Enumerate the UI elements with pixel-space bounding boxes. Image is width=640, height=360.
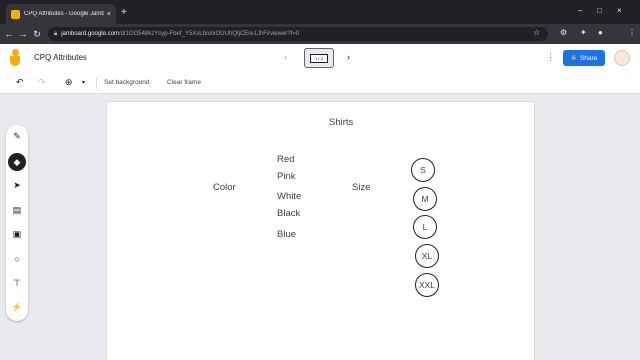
- size-option[interactable]: S: [411, 158, 435, 182]
- forward-button[interactable]: →: [16, 29, 30, 39]
- zoom-icon[interactable]: ⊕: [65, 77, 73, 88]
- size-option[interactable]: M: [413, 187, 437, 211]
- attribute-label-size[interactable]: Size: [352, 182, 370, 193]
- redo-icon[interactable]: ↷: [38, 77, 46, 88]
- heading-text[interactable]: Shirts: [329, 117, 353, 128]
- more-options-icon[interactable]: ⋮: [546, 52, 555, 63]
- previous-frame-button[interactable]: ‹: [284, 52, 287, 62]
- back-button[interactable]: ←: [2, 29, 16, 39]
- browser-menu-icon[interactable]: ⋮: [628, 28, 636, 37]
- maximize-button[interactable]: □: [597, 6, 602, 15]
- attribute-label-color[interactable]: Color: [213, 182, 236, 193]
- color-option[interactable]: White: [277, 191, 301, 202]
- browser-tab-strip: CPQ Attributes - Google Jamboard × + – □…: [0, 0, 640, 24]
- frame-indicator: 1 / 3: [310, 54, 328, 63]
- clear-frame-button[interactable]: Clear frame: [167, 79, 201, 86]
- account-avatar[interactable]: [614, 50, 630, 66]
- close-window-button[interactable]: ×: [617, 6, 622, 15]
- color-option[interactable]: Black: [277, 208, 300, 219]
- profile-icon[interactable]: ●: [598, 28, 603, 37]
- sticky-note-icon[interactable]: ▤: [6, 205, 28, 216]
- jamboard-logo-icon[interactable]: [10, 49, 21, 66]
- minimize-button[interactable]: –: [578, 6, 582, 15]
- share-button[interactable]: 🔒 Share: [563, 50, 605, 66]
- browser-tab[interactable]: CPQ Attributes - Google Jamboard ×: [6, 4, 116, 24]
- jam-toolbar: ↶ ↷ ⊕ ▾ Set background Clear frame: [0, 72, 640, 94]
- size-option[interactable]: XXL: [415, 273, 439, 297]
- close-tab-icon[interactable]: ×: [107, 11, 111, 18]
- jam-canvas[interactable]: Shirts Color Red Pink White Black Blue S…: [106, 101, 535, 360]
- text-box-icon[interactable]: ⊤: [6, 278, 28, 289]
- app-header: CPQ Attributes ‹ 1 / 3 › ⋮ 🔒 Share: [0, 44, 640, 72]
- lock-icon: 🔒︎: [54, 30, 58, 37]
- toolbar-divider: [96, 77, 97, 89]
- eraser-icon[interactable]: ◆: [8, 153, 26, 171]
- color-option[interactable]: Blue: [277, 229, 296, 240]
- bookmark-star-icon[interactable]: ☆: [533, 28, 540, 37]
- extension-icon[interactable]: ⚙: [560, 28, 567, 37]
- url-input[interactable]: 🔒︎ jamboard.google.com/d/1OO548kzYsyp-Fb…: [48, 27, 548, 41]
- new-tab-button[interactable]: +: [121, 7, 127, 18]
- puzzle-icon[interactable]: ✦: [580, 28, 587, 37]
- image-icon[interactable]: ▣: [6, 229, 28, 240]
- set-background-button[interactable]: Set background: [104, 79, 150, 86]
- reload-button[interactable]: ↻: [30, 29, 44, 40]
- browser-address-bar: ← → ↻ 🔒︎ jamboard.google.com/d/1OO548kzY…: [0, 24, 640, 44]
- laser-icon[interactable]: ⚡: [6, 302, 28, 313]
- tool-rail: ✎ ◆ ➤ ▤ ▣ ○ ⊤ ⚡: [6, 125, 28, 321]
- browser-tab-title: CPQ Attributes - Google Jamboard: [24, 11, 104, 17]
- color-option[interactable]: Pink: [277, 171, 295, 182]
- lock-icon: 🔒: [570, 55, 577, 61]
- shape-icon[interactable]: ○: [6, 254, 28, 264]
- share-label: Share: [579, 54, 598, 62]
- size-option[interactable]: L: [413, 215, 437, 239]
- next-frame-button[interactable]: ›: [347, 52, 350, 62]
- zoom-dropdown-icon[interactable]: ▾: [82, 79, 85, 86]
- frame-bar-button[interactable]: 1 / 3: [304, 48, 334, 68]
- pen-icon[interactable]: ✎: [6, 131, 28, 142]
- undo-icon[interactable]: ↶: [16, 77, 24, 88]
- jamboard-favicon-icon: [11, 9, 20, 19]
- color-option[interactable]: Red: [277, 154, 294, 165]
- url-text: jamboard.google.com/d/1OO548kzYsyp-Fbef_…: [61, 31, 300, 37]
- size-option[interactable]: XL: [415, 244, 439, 268]
- document-title[interactable]: CPQ Attributes: [34, 53, 87, 62]
- select-icon[interactable]: ➤: [6, 180, 28, 191]
